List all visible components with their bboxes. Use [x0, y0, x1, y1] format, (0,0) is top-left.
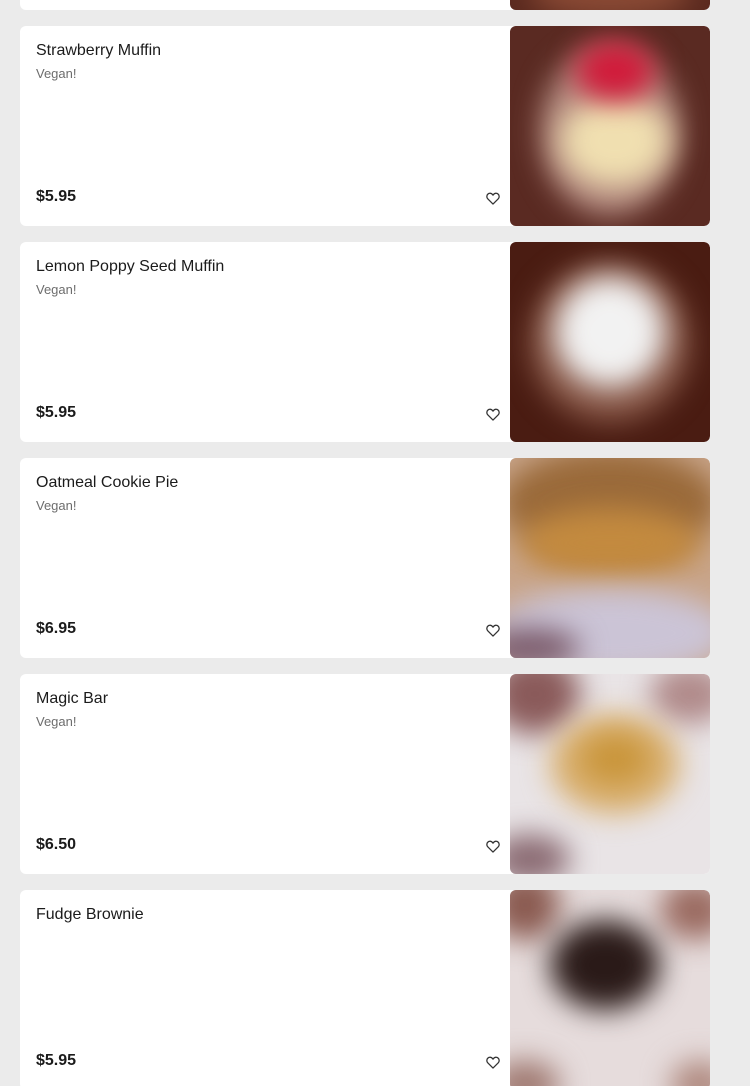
menu-item-card[interactable]: Magic Bar Vegan! $6.50 [20, 674, 710, 874]
heart-outline-icon[interactable] [484, 405, 502, 423]
item-price: $6.50 [36, 836, 77, 853]
heart-outline-icon[interactable] [484, 189, 502, 207]
item-name: Fudge Brownie [36, 906, 144, 923]
item-info: Lemon Poppy Seed Muffin Vegan! $5.95 [36, 242, 500, 442]
item-photo [510, 458, 710, 658]
item-photo [510, 26, 710, 226]
item-tag: Vegan! [36, 66, 77, 81]
item-tag: Vegan! [36, 282, 77, 297]
item-price: $5.95 [36, 1052, 77, 1069]
item-info: Strawberry Muffin Vegan! $5.95 [36, 26, 500, 226]
item-tag: Vegan! [36, 714, 77, 729]
menu-item-card[interactable]: Fudge Brownie $5.95 [20, 890, 710, 1086]
item-price: $6.95 [36, 620, 77, 637]
item-tag: Vegan! [36, 498, 77, 513]
heart-outline-icon[interactable] [484, 837, 502, 855]
menu-item-card[interactable]: Lemon Poppy Seed Muffin Vegan! $5.95 [20, 242, 710, 442]
item-photo [510, 890, 710, 1086]
item-price: $5.95 [36, 188, 77, 205]
item-name: Oatmeal Cookie Pie [36, 474, 179, 491]
item-info: Fudge Brownie $5.95 [36, 890, 500, 1086]
menu-item-card[interactable]: Strawberry Muffin Vegan! $5.95 [20, 26, 710, 226]
item-price: $5.95 [36, 404, 77, 421]
menu-item-card-partial[interactable] [20, 0, 710, 10]
item-info: Magic Bar Vegan! $6.50 [36, 674, 500, 874]
menu-item-card[interactable]: Oatmeal Cookie Pie Vegan! $6.95 [20, 458, 710, 658]
item-info: Oatmeal Cookie Pie Vegan! $6.95 [36, 458, 500, 658]
item-photo [510, 674, 710, 874]
item-photo [510, 242, 710, 442]
item-photo [510, 0, 710, 10]
item-name: Lemon Poppy Seed Muffin [36, 258, 225, 275]
menu-item-list: Strawberry Muffin Vegan! $5.95 Lemon Pop… [0, 0, 750, 1086]
item-name: Strawberry Muffin [36, 42, 162, 59]
heart-outline-icon[interactable] [484, 1053, 502, 1071]
heart-outline-icon[interactable] [484, 621, 502, 639]
item-name: Magic Bar [36, 690, 109, 707]
